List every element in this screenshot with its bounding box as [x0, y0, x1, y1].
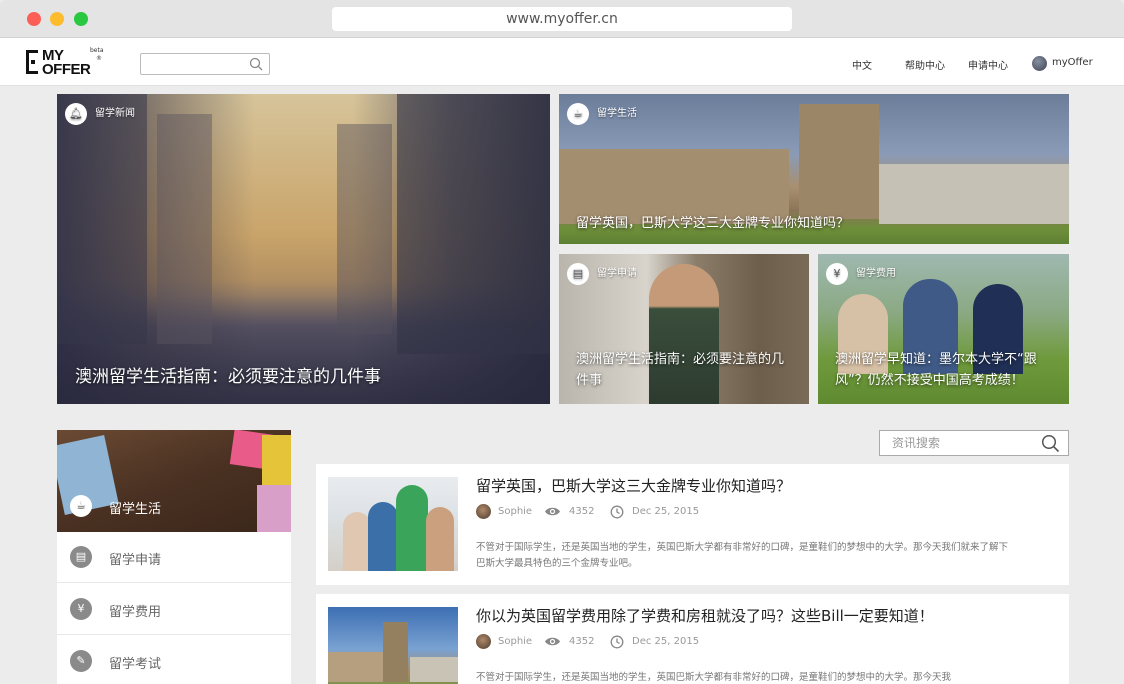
browser-chrome: www.myoffer.cn	[0, 0, 1124, 38]
article-thumbnail[interactable]	[328, 607, 458, 684]
news-search-box	[879, 430, 1069, 456]
hero-tile-top-right[interactable]: ☕︎ 留学生活 留学英国，巴斯大学这三大金牌专业你知道吗？	[559, 94, 1069, 244]
hero-tile-category-label: 留学申请	[597, 268, 637, 279]
logo-text-line2: OFFER	[42, 61, 91, 78]
article-author[interactable]: Sophie	[498, 636, 532, 647]
sidebar-item-label: 留学考试	[109, 657, 162, 672]
close-window-button[interactable]	[27, 12, 41, 26]
hero-tile-title[interactable]: 澳洲留学生活指南：必须要注意的几件事	[75, 362, 381, 387]
minimize-window-button[interactable]	[50, 12, 64, 26]
hero-tile-category-label: 留学新闻	[95, 108, 135, 119]
header-search-input[interactable]	[141, 56, 241, 76]
hero-tile-category: ▤ 留学申请	[567, 263, 637, 285]
search-icon[interactable]	[249, 57, 263, 71]
yen-icon: ¥	[70, 598, 92, 620]
article-card[interactable]: 留学英国，巴斯大学这三大金牌专业你知道吗？ Sophie 4352 Dec 25…	[316, 464, 1069, 585]
hero-tile-category: ¥ 留学费用	[826, 263, 896, 285]
sidebar-item-application[interactable]: ▤ 留学申请	[57, 532, 291, 583]
article-views: 4352	[569, 636, 595, 647]
header-search-box	[140, 53, 270, 76]
hero-tile-category-label: 留学费用	[856, 268, 896, 279]
nav-application-center[interactable]: 申请中心	[968, 57, 1008, 72]
myoffer-logo[interactable]: MY OFFER beta ®	[26, 47, 108, 78]
clock-icon	[610, 635, 624, 649]
eye-icon	[545, 507, 560, 516]
logo-bracket-icon	[26, 50, 38, 74]
article-date: Dec 25, 2015	[632, 506, 700, 517]
sidebar-item-label: 留学生活	[109, 502, 162, 517]
hero-tile-bottom-right[interactable]: ¥ 留学费用 澳洲留学早知道：墨尔本大学不“跟风”？仍然不接受中国高考成绩！	[818, 254, 1069, 404]
maximize-window-button[interactable]	[74, 12, 88, 26]
article-card[interactable]: 你以为英国留学费用除了学费和房租就没了吗？这些Bill一定要知道！ Sophie…	[316, 594, 1069, 684]
article-title[interactable]: 留学英国，巴斯大学这三大金牌专业你知道吗？	[476, 475, 791, 496]
nav-help-center[interactable]: 帮助中心	[905, 57, 945, 72]
hero-tile-category-label: 留学生活	[597, 108, 637, 119]
coffee-icon: ☕︎	[70, 495, 92, 517]
yen-icon: ¥	[826, 263, 848, 285]
eye-icon	[545, 637, 560, 646]
pencil-icon: ✎	[70, 650, 92, 672]
registered-icon: ®	[96, 55, 102, 62]
site-header: MY OFFER beta ® 中文 帮助中心 申请中心 myOffer	[0, 38, 1124, 86]
hero-tile-title[interactable]: 留学英国，巴斯大学这三大金牌专业你知道吗？	[576, 212, 849, 231]
sidebar-item-label: 留学费用	[109, 605, 162, 620]
nav-account[interactable]: myOffer	[1052, 57, 1093, 68]
sidebar-item-life[interactable]: ☕︎ 留学生活	[57, 481, 291, 532]
clock-icon	[610, 505, 624, 519]
hero-tile-main[interactable]: 🔔︎ 留学新闻 澳洲留学生活指南：必须要注意的几件事	[57, 94, 550, 404]
author-avatar	[476, 504, 491, 519]
news-search-input[interactable]	[880, 431, 1030, 455]
category-sidebar: ☕︎ 留学生活 ▤ 留学申请 ¥ 留学费用 ✎ 留学考试	[57, 430, 291, 684]
search-icon[interactable]	[1041, 434, 1060, 453]
hero-tile-category: ☕︎ 留学生活	[567, 103, 637, 125]
article-views: 4352	[569, 506, 595, 517]
bell-icon: 🔔︎	[65, 103, 87, 125]
document-icon: ▤	[70, 546, 92, 568]
nav-language[interactable]: 中文	[852, 57, 872, 72]
article-author[interactable]: Sophie	[498, 506, 532, 517]
hero-tile-category: 🔔︎ 留学新闻	[65, 103, 135, 125]
logo-beta-badge: beta	[90, 47, 104, 54]
hero-tile-title[interactable]: 澳洲留学早知道：墨尔本大学不“跟风”？仍然不接受中国高考成绩！	[835, 349, 1060, 391]
sidebar-item-fees[interactable]: ¥ 留学费用	[57, 584, 291, 635]
author-avatar	[476, 634, 491, 649]
article-title[interactable]: 你以为英国留学费用除了学费和房租就没了吗？这些Bill一定要知道！	[476, 605, 934, 626]
hero-tile-title[interactable]: 澳洲留学生活指南：必须要注意的几件事	[576, 349, 796, 391]
address-bar[interactable]: www.myoffer.cn	[332, 7, 792, 31]
article-thumbnail[interactable]	[328, 477, 458, 571]
sidebar-item-exams[interactable]: ✎ 留学考试	[57, 636, 291, 684]
document-icon: ▤	[567, 263, 589, 285]
coffee-icon: ☕︎	[567, 103, 589, 125]
hero-tile-bottom-middle[interactable]: ▤ 留学申请 澳洲留学生活指南：必须要注意的几件事	[559, 254, 809, 404]
article-excerpt: 不管对于国际学生，还是英国当地的学生，英国巴斯大学都有非常好的口碑，是童鞋们的梦…	[476, 542, 1009, 569]
user-avatar[interactable]	[1032, 56, 1047, 71]
article-excerpt: 不管对于国际学生，还是英国当地的学生，英国巴斯大学都有非常好的口碑，是童鞋们的梦…	[476, 672, 952, 683]
sidebar-item-label: 留学申请	[109, 553, 162, 568]
article-date: Dec 25, 2015	[632, 636, 700, 647]
